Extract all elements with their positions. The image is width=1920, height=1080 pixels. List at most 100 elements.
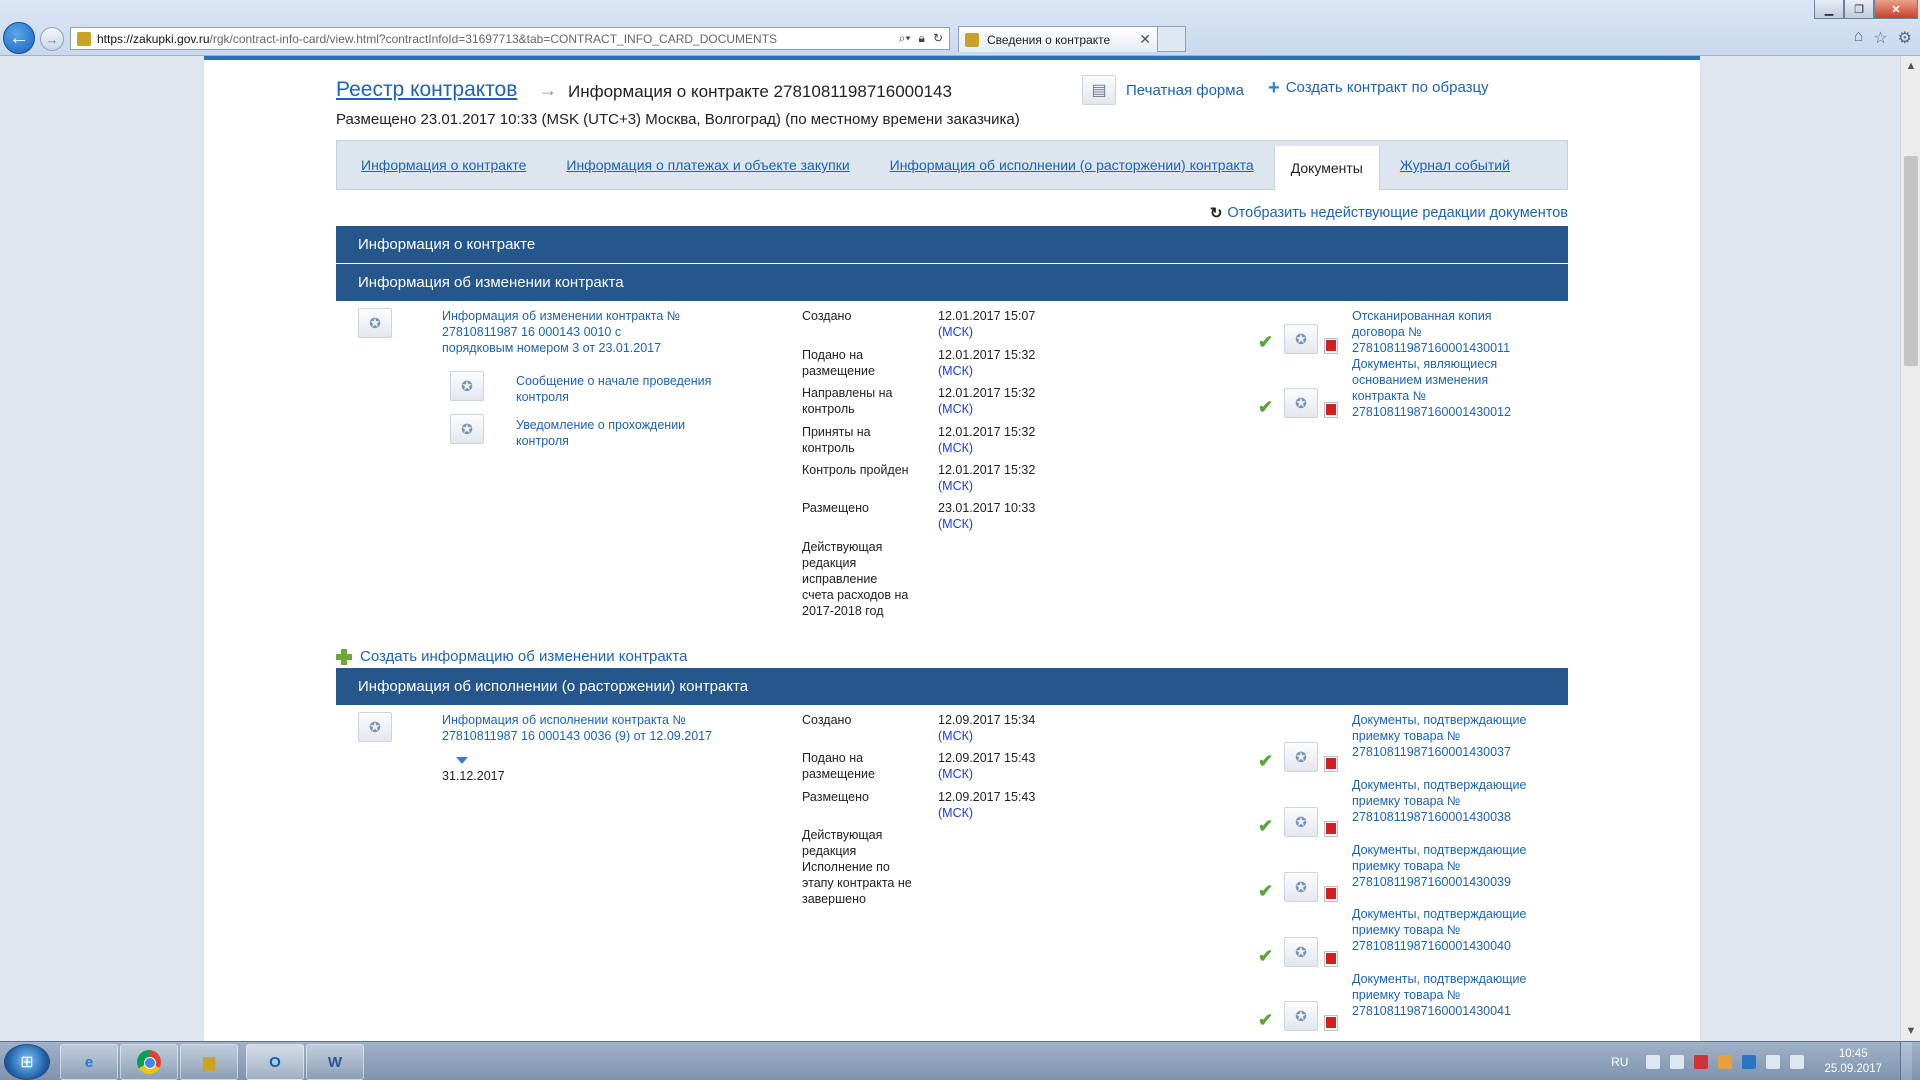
display-icon[interactable]	[1766, 1054, 1781, 1069]
breadcrumb[interactable]: Реестр контрактов	[336, 78, 517, 102]
taskbar-file-explorer[interactable]: ▆	[180, 1044, 238, 1080]
section-contract-info[interactable]: Информация о контракте	[336, 226, 1568, 263]
outlook-tray-icon[interactable]	[1742, 1054, 1757, 1069]
change-doc-link[interactable]: Информация об изменении контракта № 2781…	[442, 308, 682, 356]
taskbar-chrome[interactable]	[120, 1044, 178, 1080]
check-icon: ✔	[1258, 397, 1274, 417]
search-icon[interactable]: ⌕▾	[899, 31, 911, 46]
print-form-button[interactable]: ▤ Печатная форма	[1082, 75, 1244, 105]
tray-app-icon[interactable]	[1718, 1054, 1733, 1069]
browser-tab[interactable]: Сведения о контракте ✕	[958, 26, 1158, 52]
show-desktop-button[interactable]	[1900, 1042, 1912, 1080]
scroll-down-icon[interactable]: ▼	[1901, 1021, 1920, 1041]
pdf-icon[interactable]	[1324, 951, 1338, 967]
signature-icon[interactable]: ✪	[1284, 807, 1318, 837]
taskbar-internet-explorer[interactable]: e	[60, 1044, 118, 1080]
browser-chrome: ▁ ❐ ✕ ← → https://zakupki.gov.ru/rgk/con…	[0, 0, 1920, 56]
taskbar-outlook[interactable]: O	[246, 1044, 304, 1080]
timezone-label: (МСК)	[938, 729, 974, 743]
tab-event-log[interactable]: Журнал событий	[1380, 141, 1530, 189]
pdf-icon[interactable]	[1324, 821, 1338, 837]
internet-explorer-icon: e	[84, 1053, 94, 1071]
url-host: https://zakupki.gov.ru	[97, 31, 210, 46]
minimize-button[interactable]: ▁	[1814, 0, 1844, 19]
refresh-icon[interactable]: ↻	[933, 31, 943, 46]
timezone-label: (МСК)	[938, 441, 974, 455]
clock-date: 25.09.2017	[1824, 1062, 1882, 1075]
create-by-template-button[interactable]: + Создать контракт по образцу	[1268, 78, 1489, 98]
placed-info: Размещено 23.01.2017 10:33 (MSK (UTC+3) …	[336, 111, 1020, 128]
signature-icon[interactable]: ✪	[1284, 872, 1318, 902]
file-link[interactable]: Документы, являющиеся основанием изменен…	[1352, 356, 1532, 420]
clock[interactable]: 10:45 25.09.2017	[1824, 1047, 1882, 1077]
signature-icon[interactable]: ✪	[1284, 937, 1318, 967]
sub-doc-link-start-control[interactable]: Сообщение о начале проведения контроля	[516, 373, 726, 405]
tab-payments[interactable]: Информация о платежах и объекте закупки	[546, 141, 869, 189]
timezone-label: (МСК)	[938, 325, 974, 339]
tab-favicon-icon	[965, 32, 979, 47]
status-label: Контроль пройден	[802, 463, 909, 477]
close-window-button[interactable]: ✕	[1874, 0, 1918, 19]
gear-icon[interactable]: ⚙	[1898, 28, 1912, 48]
signature-icon[interactable]: ✪	[450, 371, 484, 401]
address-bar[interactable]: https://zakupki.gov.ru/rgk/contract-info…	[70, 27, 950, 50]
clock-time: 10:45	[1838, 1047, 1868, 1060]
status-label: Направлены на контроль	[802, 386, 893, 416]
file-link[interactable]: Отсканированная копия договора № 2781081…	[1352, 308, 1532, 356]
sub-doc-link-control-passed[interactable]: Уведомление о прохождении контроля	[516, 417, 726, 449]
volume-icon[interactable]	[1790, 1054, 1805, 1069]
tab-documents[interactable]: Документы	[1273, 146, 1380, 190]
status-label: Подано на размещение	[802, 751, 875, 781]
signature-icon[interactable]: ✪	[1284, 742, 1318, 772]
network-icon[interactable]	[1646, 1054, 1661, 1069]
section-execution-info[interactable]: Информация об исполнении (о расторжении)…	[336, 668, 1568, 705]
start-button[interactable]: ⊞	[4, 1044, 50, 1080]
timezone-label: (МСК)	[938, 767, 974, 781]
section-change-info[interactable]: Информация об изменении контракта	[336, 264, 1568, 301]
file-link[interactable]: Документы, подтверждающие приемку товара…	[1352, 712, 1532, 760]
execution-doc-link[interactable]: Информация об исполнении контракта № 278…	[442, 712, 742, 744]
signature-icon[interactable]: ✪	[1284, 1001, 1318, 1031]
forward-button[interactable]: →	[40, 27, 64, 51]
scroll-thumb[interactable]	[1904, 156, 1918, 366]
file-link[interactable]: Документы, подтверждающие приемку товара…	[1352, 906, 1532, 954]
check-icon: ✔	[1258, 332, 1274, 352]
signature-icon[interactable]: ✪	[358, 308, 392, 338]
tab-execution[interactable]: Информация об исполнении (о расторжении)…	[870, 141, 1274, 189]
scroll-up-icon[interactable]: ▲	[1901, 56, 1920, 76]
signature-icon[interactable]: ✪	[1284, 324, 1318, 354]
create-change-link[interactable]: Создать информацию об изменении контракт…	[336, 648, 687, 665]
antivirus-icon[interactable]	[1694, 1054, 1709, 1069]
file-link[interactable]: Документы, подтверждающие приемку товара…	[1352, 777, 1532, 825]
timezone-label: (МСК)	[938, 479, 974, 493]
home-icon[interactable]: ⌂	[1854, 28, 1864, 48]
tab-contract-info[interactable]: Информация о контракте	[337, 141, 546, 189]
back-button[interactable]: ←	[3, 22, 35, 54]
windows-logo-icon: ⊞	[20, 1054, 34, 1071]
chevron-down-icon[interactable]	[452, 753, 472, 767]
show-inactive-link[interactable]: ↻ Отобразить недействующие редакции доку…	[1210, 204, 1568, 222]
vertical-scrollbar[interactable]: ▲ ▼	[1900, 56, 1920, 1041]
star-icon[interactable]: ☆	[1873, 28, 1887, 48]
pdf-icon[interactable]	[1324, 886, 1338, 902]
file-link[interactable]: Документы, подтверждающие приемку товара…	[1352, 971, 1532, 1019]
pdf-icon[interactable]	[1324, 756, 1338, 772]
timezone-label: (МСК)	[938, 806, 974, 820]
signature-icon[interactable]: ✪	[1284, 388, 1318, 418]
pdf-icon[interactable]	[1324, 1015, 1338, 1031]
new-tab-button[interactable]	[1158, 26, 1186, 52]
signature-icon[interactable]: ✪	[450, 414, 484, 444]
close-icon[interactable]: ✕	[1139, 31, 1151, 48]
pdf-icon[interactable]	[1324, 402, 1338, 418]
lock-icon[interactable]: 🔒︎	[919, 31, 925, 46]
check-icon: ✔	[1258, 881, 1274, 901]
pdf-icon[interactable]	[1324, 338, 1338, 354]
signature-icon[interactable]: ✪	[358, 712, 392, 742]
restore-button[interactable]: ❐	[1844, 0, 1874, 19]
language-indicator[interactable]: RU	[1611, 1055, 1628, 1069]
tray-app-icon[interactable]	[1670, 1054, 1685, 1069]
taskbar-word[interactable]: W	[306, 1044, 364, 1080]
status-label: Создано	[802, 713, 852, 727]
file-link[interactable]: Документы, подтверждающие приемку товара…	[1352, 842, 1532, 890]
execution-date: 31.12.2017	[442, 769, 505, 783]
